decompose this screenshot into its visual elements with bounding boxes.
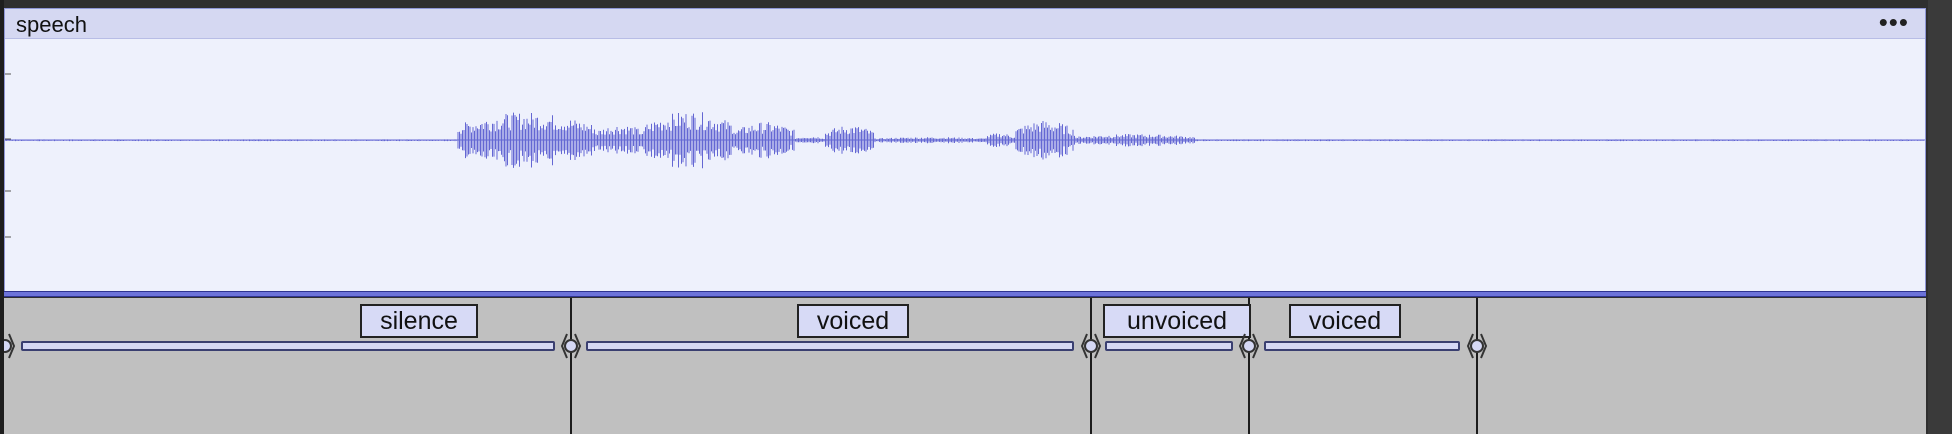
track-header[interactable]: speech ••• [5,7,1925,39]
track-divider[interactable] [4,291,1926,297]
label-handle-icon[interactable] [4,330,18,362]
label-handle-icon[interactable] [1078,330,1104,362]
label-boundary [1476,298,1478,434]
label-text[interactable]: voiced [797,304,909,338]
label-region-bar[interactable] [1105,341,1233,351]
label-region-bar[interactable] [1264,341,1460,351]
audio-editor: speech ••• silence voiced unvoiced voice… [0,0,1952,434]
label-text[interactable]: voiced [1289,304,1401,338]
waveform[interactable] [5,39,1925,291]
label-handle-icon[interactable] [1236,330,1262,362]
label-boundary [570,298,572,434]
label-track[interactable]: silence voiced unvoiced voiced [4,298,1926,434]
track-name[interactable]: speech [16,12,87,38]
vertical-scrollbar[interactable] [1928,0,1952,434]
label-text[interactable]: silence [360,304,478,338]
label-region-bar[interactable] [21,341,555,351]
label-boundary [1090,298,1092,434]
audio-track[interactable]: speech ••• [4,7,1926,292]
label-text[interactable]: unvoiced [1103,304,1251,338]
more-horizontal-icon[interactable]: ••• [1879,7,1909,38]
label-region-bar[interactable] [586,341,1074,351]
waveform-path [5,112,1925,169]
label-handle-icon[interactable] [1464,330,1490,362]
label-handle-icon[interactable] [558,330,584,362]
